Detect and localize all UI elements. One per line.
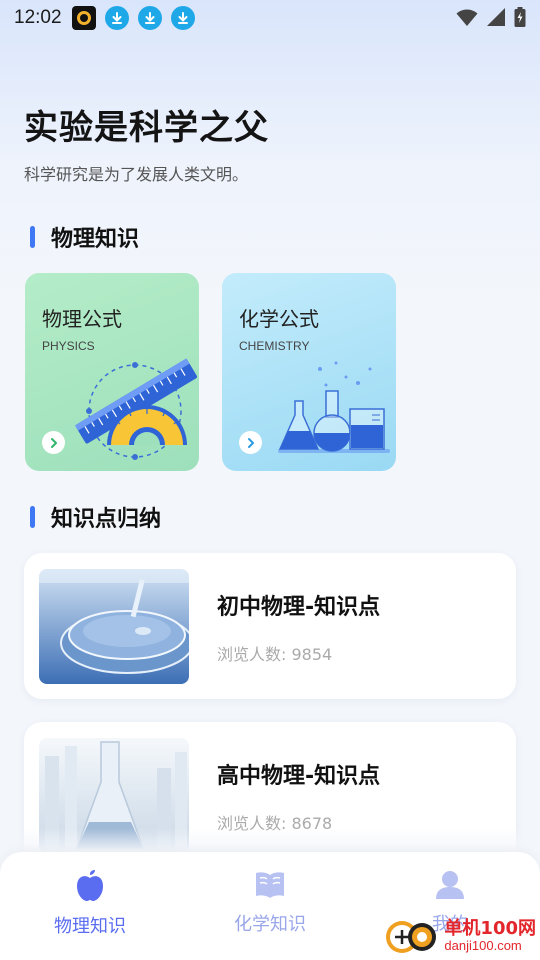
status-bar: 12:02 <box>0 0 540 36</box>
card-title: 物理公式 <box>42 307 122 331</box>
apple-icon <box>77 870 103 901</box>
wifi-icon <box>456 9 478 26</box>
signal-icon <box>487 8 505 26</box>
chemistry-formula-card[interactable]: 化学公式 CHEMISTRY <box>222 273 396 471</box>
list-fade <box>0 828 540 852</box>
page-title: 实验是科学之父 <box>24 108 269 148</box>
section-title: 物理知识 <box>51 227 140 252</box>
battery-icon <box>514 7 526 27</box>
download-icon <box>170 6 195 30</box>
section-physics-header: 物理知识 <box>30 221 139 253</box>
list-item[interactable]: 初中物理-知识点 浏览人数: 9854 <box>24 553 516 699</box>
card-subtitle: CHEMISTRY <box>239 339 310 353</box>
physics-formula-card[interactable]: 物理公式 PHYSICS <box>25 273 199 471</box>
tab-physics[interactable]: 物理知识 <box>20 870 160 938</box>
chevron-right-icon[interactable] <box>42 431 65 454</box>
card-subtitle: PHYSICS <box>42 339 95 353</box>
petri-dish-image <box>39 569 189 684</box>
list-item-title: 初中物理-知识点 <box>217 595 381 620</box>
watermark-brand: 单机100网 <box>444 918 536 939</box>
tab-chemistry[interactable]: 化学知识 <box>200 870 340 936</box>
status-time: 12:02 <box>14 7 62 28</box>
card-title: 化学公式 <box>239 307 319 331</box>
page-subtitle: 科学研究是为了发展人类文明。 <box>24 165 249 184</box>
section-title: 知识点归纳 <box>51 507 162 532</box>
chevron-right-icon[interactable] <box>239 431 262 454</box>
section-accent-bar <box>30 506 35 528</box>
tab-label: 化学知识 <box>234 914 306 935</box>
download-icon <box>137 6 162 30</box>
watermark-logo-icon <box>386 921 437 953</box>
app-notification-icon <box>71 6 96 30</box>
watermark: 单机100网 danji100.com <box>384 916 536 956</box>
section-accent-bar <box>30 226 35 248</box>
list-item-views: 浏览人数: 9854 <box>217 645 333 664</box>
book-icon <box>256 872 284 898</box>
section-summary-header: 知识点归纳 <box>30 501 161 533</box>
header-background <box>0 0 540 300</box>
watermark-url: danji100.com <box>444 938 522 953</box>
list-item-title: 高中物理-知识点 <box>217 764 381 789</box>
tab-label: 物理知识 <box>54 916 126 937</box>
download-icon <box>104 6 129 30</box>
user-icon <box>436 871 464 899</box>
